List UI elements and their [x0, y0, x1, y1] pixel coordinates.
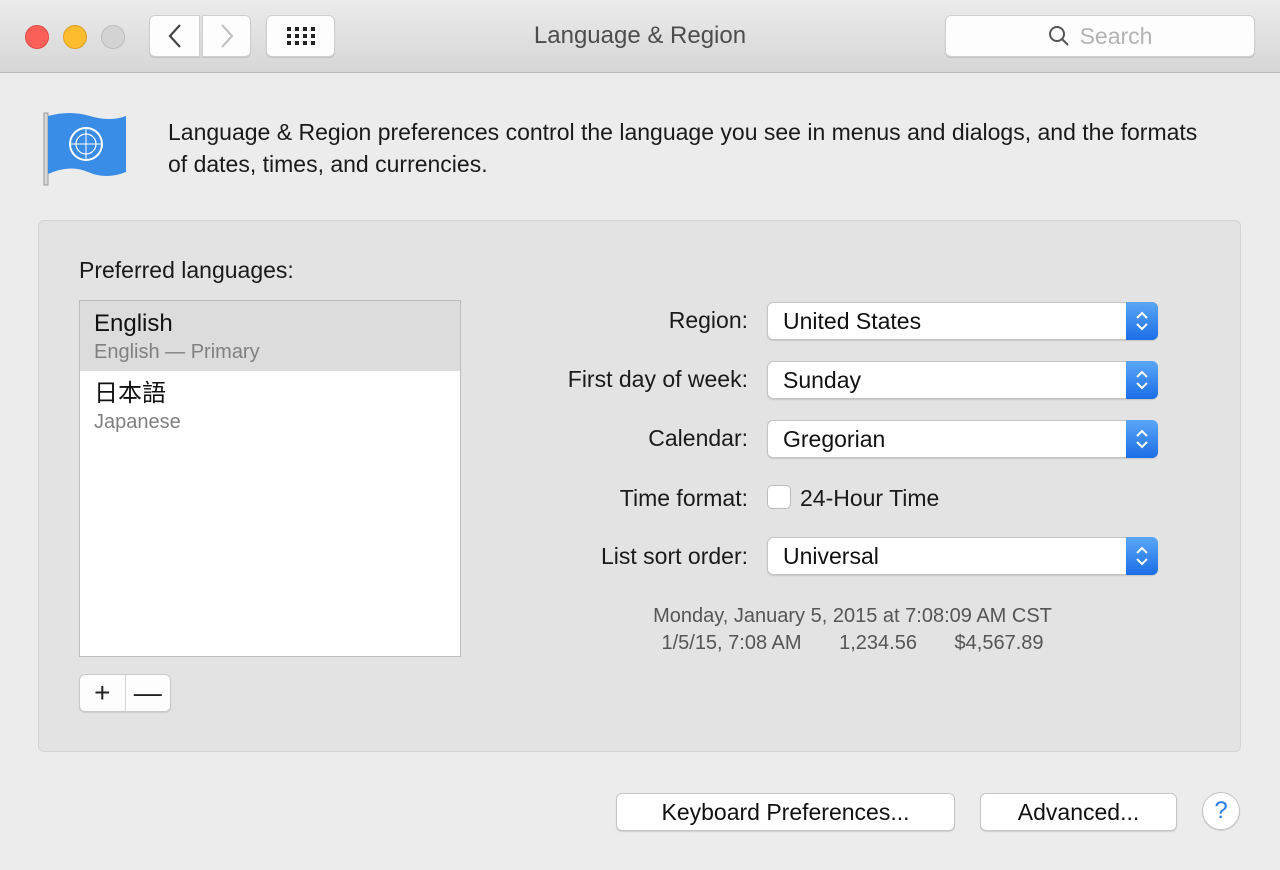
list-item[interactable]: English English — Primary — [80, 301, 460, 371]
popup-arrows-icon — [1126, 302, 1158, 340]
add-remove-control: + — — [79, 674, 171, 712]
search-placeholder: Search — [1079, 22, 1153, 49]
intro-text: Language & Region preferences control th… — [168, 119, 1198, 177]
24-hour-label[interactable]: 24-Hour Time — [800, 485, 939, 512]
language-name: 日本語 — [94, 380, 166, 407]
language-list[interactable]: English English — Primary 日本語 Japanese — [79, 300, 461, 657]
search-icon — [1048, 26, 1069, 46]
24-hour-checkbox[interactable] — [767, 485, 791, 509]
region-value: United States — [783, 308, 922, 334]
popup-arrows-icon — [1126, 420, 1158, 458]
language-subtitle: English — Primary — [94, 341, 260, 363]
calendar-popup[interactable]: Gregorian — [767, 420, 1158, 458]
sample-short-date: 1/5/15, 7:08 AM — [661, 632, 802, 654]
first-day-label: First day of week: — [567, 366, 748, 392]
language-name: English — [94, 310, 173, 337]
list-item[interactable]: 日本語 Japanese — [80, 371, 460, 441]
region-popup[interactable]: United States — [767, 302, 1158, 340]
sample-formats: 1/5/15, 7:08 AM 1,234.56 $4,567.89 — [560, 632, 1145, 655]
sample-currency: $4,567.89 — [954, 632, 1044, 654]
sample-long-date: Monday, January 5, 2015 at 7:08:09 AM CS… — [653, 605, 1052, 627]
help-button[interactable]: ? — [1202, 792, 1240, 830]
popup-arrows-icon — [1126, 537, 1158, 575]
sample-number: 1,234.56 — [839, 632, 917, 654]
sort-order-label: List sort order: — [601, 543, 748, 569]
add-language-button[interactable]: + — [80, 675, 126, 711]
advanced-button[interactable]: Advanced... — [980, 793, 1177, 831]
calendar-value: Gregorian — [783, 426, 886, 452]
popup-arrows-icon — [1126, 361, 1158, 399]
region-label: Region: — [668, 307, 748, 333]
first-day-value: Sunday — [783, 367, 862, 393]
preferred-languages-label: Preferred languages: — [79, 257, 294, 283]
title-bar: Language & Region Search — [0, 0, 1280, 73]
remove-language-button[interactable]: — — [126, 675, 171, 711]
keyboard-preferences-button[interactable]: Keyboard Preferences... — [616, 793, 955, 831]
search-field[interactable]: Search — [945, 15, 1255, 57]
un-flag-icon — [43, 112, 126, 186]
language-subtitle: Japanese — [94, 411, 181, 433]
time-format-label: Time format: — [619, 485, 748, 511]
sort-order-popup[interactable]: Universal — [767, 537, 1158, 575]
first-day-popup[interactable]: Sunday — [767, 361, 1158, 399]
calendar-label: Calendar: — [648, 425, 748, 451]
sort-order-value: Universal — [783, 543, 879, 569]
